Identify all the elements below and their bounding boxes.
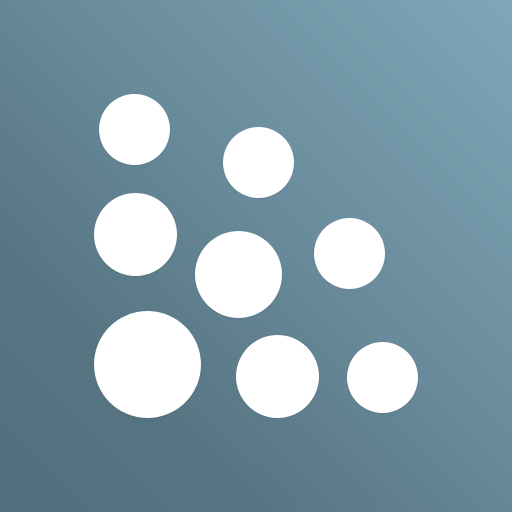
- logo-dot: [347, 342, 418, 413]
- logo-dot: [223, 127, 294, 198]
- logo-dot: [236, 335, 319, 418]
- logo-dot: [314, 218, 385, 289]
- logo-dot: [94, 311, 201, 418]
- logo-dot: [195, 231, 282, 318]
- logo-dot: [94, 193, 177, 276]
- dots-logo-icon: [0, 0, 512, 512]
- logo-dot: [99, 94, 170, 165]
